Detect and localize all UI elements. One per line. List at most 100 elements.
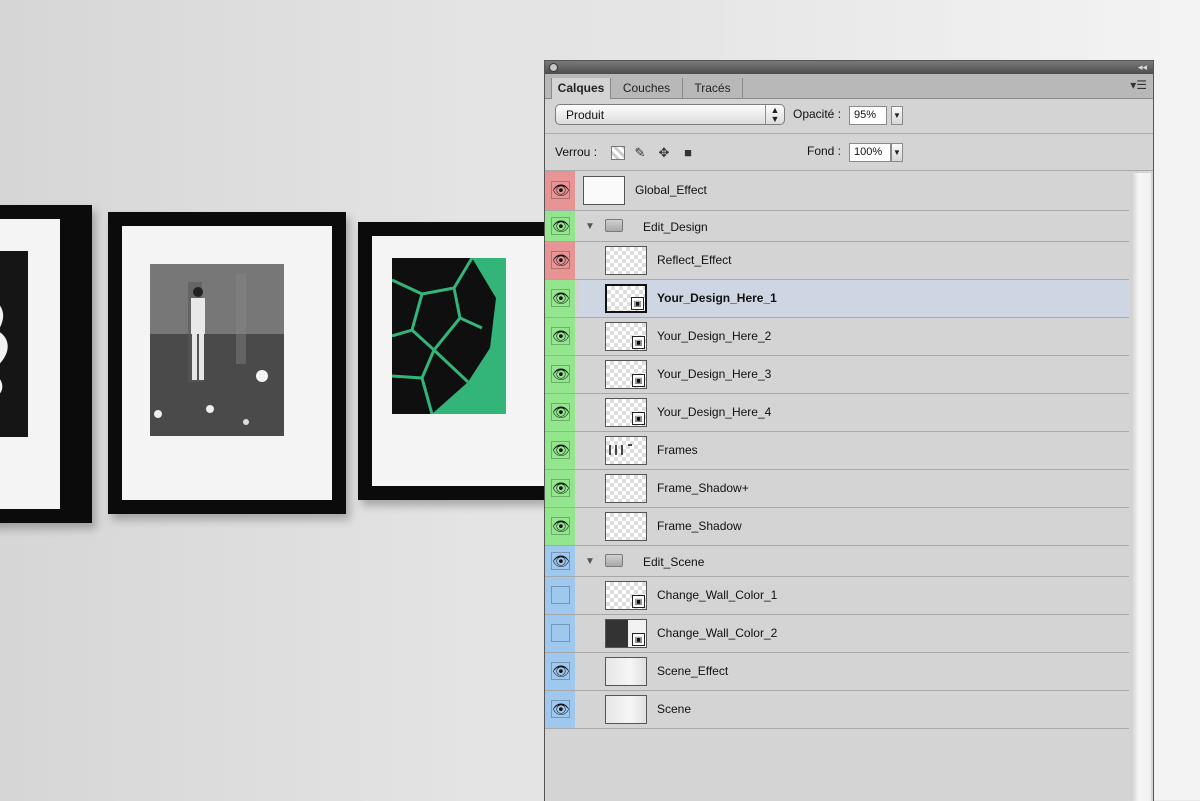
- opacity-dropdown-icon[interactable]: ▼: [891, 106, 903, 125]
- layer-name: Your_Design_Here_4: [657, 405, 772, 419]
- blend-mode-select[interactable]: Produit ▲ ▼: [555, 104, 785, 125]
- layers-panel: ◂◂ Calques Couches Tracés ▾☰ Produit ▲ ▼ …: [544, 60, 1154, 801]
- layer-row[interactable]: ▣ Change_Wall_Color_2: [545, 615, 1129, 653]
- tab-couches[interactable]: Couches: [611, 78, 683, 98]
- visibility-toggle[interactable]: 👁: [545, 470, 575, 507]
- layer-row-selected[interactable]: 👁 ▣ Your_Design_Here_1: [545, 280, 1129, 318]
- visibility-toggle[interactable]: 👁: [545, 546, 575, 576]
- eye-icon[interactable]: 👁: [551, 552, 570, 570]
- layer-name: Frames: [657, 443, 698, 457]
- eye-icon[interactable]: 👁: [551, 251, 570, 269]
- layer-name: Your_Design_Here_2: [657, 329, 772, 343]
- tab-traces[interactable]: Tracés: [683, 78, 743, 98]
- layer-body[interactable]: Frames: [579, 432, 1129, 469]
- layer-body[interactable]: Reflect_Effect: [579, 242, 1129, 279]
- layer-name: Your_Design_Here_3: [657, 367, 772, 381]
- visibility-toggle[interactable]: [545, 577, 575, 614]
- layer-row[interactable]: 👁 Frame_Shadow+: [545, 470, 1129, 508]
- layer-row[interactable]: 👁 Frames: [545, 432, 1129, 470]
- layer-body[interactable]: Scene: [579, 691, 1129, 728]
- lock-all-icon[interactable]: ■: [681, 146, 695, 160]
- select-arrows-icon: ▲ ▼: [765, 105, 784, 125]
- fill-input[interactable]: 100%: [849, 143, 891, 162]
- opacity-label: Opacité :: [793, 107, 842, 121]
- eye-icon[interactable]: 👁: [551, 662, 570, 680]
- layer-body[interactable]: ▣ Change_Wall_Color_1: [579, 577, 1129, 614]
- eye-icon[interactable]: 👁: [551, 403, 570, 421]
- lock-transparency-icon[interactable]: [611, 146, 625, 160]
- group-expand-arrow-icon[interactable]: ▼: [585, 556, 595, 567]
- layer-name: Reflect_Effect: [657, 253, 732, 267]
- eye-icon[interactable]: 👁: [551, 441, 570, 459]
- eye-icon[interactable]: 👁: [551, 327, 570, 345]
- lock-brush-icon[interactable]: ✎: [633, 146, 647, 160]
- layer-row[interactable]: 👁 Frame_Shadow: [545, 508, 1129, 546]
- layer-body[interactable]: Frame_Shadow: [579, 508, 1129, 545]
- visibility-toggle[interactable]: [545, 615, 575, 652]
- eye-icon[interactable]: 👁: [551, 700, 570, 718]
- tab-calques[interactable]: Calques: [551, 78, 611, 99]
- eye-icon[interactable]: 👁: [551, 365, 570, 383]
- collapse-panel-icon[interactable]: ◂◂: [1138, 61, 1147, 74]
- fill-dropdown-icon[interactable]: ▼: [891, 143, 903, 162]
- layer-group-row[interactable]: 👁 ▼ Edit_Design: [545, 211, 1129, 242]
- layer-thumbnail: ▣: [605, 360, 647, 389]
- layer-body[interactable]: ▣ Change_Wall_Color_2: [579, 615, 1129, 652]
- smart-object-icon: ▣: [632, 595, 645, 608]
- eye-icon[interactable]: 👁: [551, 479, 570, 497]
- layer-body[interactable]: Global_Effect: [579, 171, 1129, 210]
- eye-icon[interactable]: 👁: [551, 289, 570, 307]
- group-expand-arrow-icon[interactable]: ▼: [585, 221, 595, 232]
- picture-frame-right: [358, 222, 558, 500]
- eye-hidden-icon[interactable]: [551, 586, 570, 604]
- eye-icon[interactable]: 👁: [551, 517, 570, 535]
- layer-body[interactable]: ▣ Your_Design_Here_4: [579, 394, 1129, 431]
- lock-move-icon[interactable]: ✥: [657, 146, 671, 160]
- layer-body[interactable]: ▼ Edit_Scene: [579, 546, 1129, 576]
- layer-body[interactable]: Scene_Effect: [579, 653, 1129, 690]
- panel-titlebar[interactable]: ◂◂: [545, 61, 1153, 74]
- layer-row[interactable]: 👁 Global_Effect: [545, 171, 1129, 211]
- layer-row[interactable]: 👁 ▣ Your_Design_Here_4: [545, 394, 1129, 432]
- close-icon[interactable]: [549, 63, 558, 72]
- frames-preview-icon: [609, 444, 632, 455]
- group-name: Edit_Design: [643, 220, 708, 234]
- panel-menu-icon[interactable]: ▾☰: [1130, 78, 1147, 92]
- visibility-toggle[interactable]: 👁: [545, 653, 575, 690]
- layer-row[interactable]: 👁 ▣ Your_Design_Here_2: [545, 318, 1129, 356]
- visibility-toggle[interactable]: 👁: [545, 432, 575, 469]
- layer-body[interactable]: ▣ Your_Design_Here_2: [579, 318, 1129, 355]
- layer-thumbnail: ▣: [605, 322, 647, 351]
- group-name: Edit_Scene: [643, 555, 705, 569]
- layer-name: Global_Effect: [635, 183, 707, 197]
- eye-icon[interactable]: 👁: [551, 181, 570, 199]
- layer-body[interactable]: ▣ Your_Design_Here_3: [579, 356, 1129, 393]
- layer-row[interactable]: ▣ Change_Wall_Color_1: [545, 577, 1129, 615]
- layers-scrollbar[interactable]: [1131, 173, 1151, 801]
- visibility-toggle[interactable]: 👁: [545, 508, 575, 545]
- layer-body[interactable]: ▼ Edit_Design: [579, 211, 1129, 241]
- layer-row[interactable]: 👁 ▣ Your_Design_Here_3: [545, 356, 1129, 394]
- layer-body[interactable]: ▣ Your_Design_Here_1: [579, 280, 1129, 317]
- smart-object-icon: ▣: [632, 412, 645, 425]
- visibility-toggle[interactable]: 👁: [545, 211, 575, 241]
- visibility-toggle[interactable]: 👁: [545, 318, 575, 355]
- layer-row[interactable]: 👁 Scene: [545, 691, 1129, 729]
- artwork-green-pattern: [0, 251, 28, 437]
- layer-name: Frame_Shadow+: [657, 481, 749, 495]
- visibility-toggle[interactable]: 👁: [545, 691, 575, 728]
- visibility-toggle[interactable]: 👁: [545, 356, 575, 393]
- layer-group-row[interactable]: 👁 ▼ Edit_Scene: [545, 546, 1129, 577]
- layer-body[interactable]: Frame_Shadow+: [579, 470, 1129, 507]
- opacity-input[interactable]: 95%: [849, 106, 887, 125]
- eye-hidden-icon[interactable]: [551, 624, 570, 642]
- layer-row[interactable]: 👁 Reflect_Effect: [545, 242, 1129, 280]
- visibility-toggle[interactable]: 👁: [545, 242, 575, 279]
- visibility-toggle[interactable]: 👁: [545, 171, 575, 210]
- visibility-toggle[interactable]: 👁: [545, 394, 575, 431]
- layer-row[interactable]: 👁 Scene_Effect: [545, 653, 1129, 691]
- eye-icon[interactable]: 👁: [551, 217, 570, 235]
- visibility-toggle[interactable]: 👁: [545, 280, 575, 317]
- layer-name: Frame_Shadow: [657, 519, 742, 533]
- layer-name: Your_Design_Here_1: [657, 291, 777, 305]
